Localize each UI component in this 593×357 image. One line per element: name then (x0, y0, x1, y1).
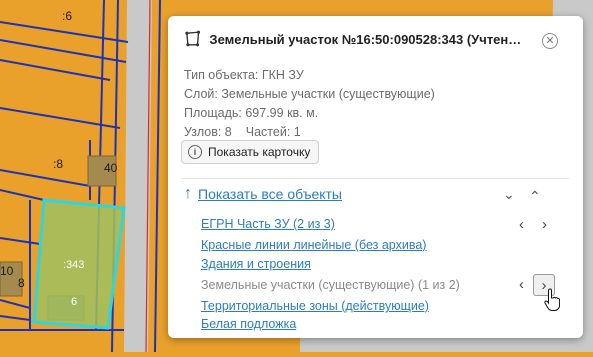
close-icon[interactable]: ✕ (542, 33, 558, 49)
parcel-polygon-icon (185, 30, 201, 47)
chevron-up-icon[interactable]: ⌃ (529, 188, 541, 205)
chevron-left-icon[interactable]: ‹ (519, 277, 524, 292)
show-card-label: Показать карточку (208, 145, 311, 159)
chevron-left-icon[interactable]: ‹ (519, 217, 524, 232)
selected-parcel-label: :343 (63, 259, 85, 271)
chevron-right-icon[interactable]: › (542, 217, 547, 232)
object-type-text: Тип объекта: ГКН ЗУ (184, 68, 304, 82)
building-label: 8 (18, 276, 25, 290)
hand-cursor-icon (544, 288, 560, 311)
building-label: 6 (71, 296, 78, 308)
layer-link-buildings[interactable]: Здания и строения (201, 257, 311, 271)
building-label: 10 (0, 264, 14, 278)
show-all-label: Показать все объекты (198, 186, 342, 202)
attribute-list: Тип объекта: ГКН ЗУ Слой: Земельные учас… (184, 66, 435, 142)
layer-current-parcels: Земельные участки (существующие) (1 из 2… (201, 278, 460, 292)
show-all-link[interactable]: ↑ Показать все объекты (184, 185, 342, 203)
parcel-label: :6 (62, 9, 73, 23)
building-label: 40 (104, 161, 118, 175)
divider (181, 178, 569, 179)
nodes-text: Узлов: 8 (184, 125, 232, 139)
layer-link-zones[interactable]: Территориальные зоны (действующие) (201, 299, 429, 313)
layer-text: Слой: Земельные участки (существующие) (184, 87, 435, 101)
popup-header: Земельный участок №16:50:090528:343 (Учт… (184, 28, 529, 50)
layer-link-egrn[interactable]: ЕГРН Часть ЗУ (2 из 3) (201, 217, 335, 231)
info-icon: i (188, 145, 202, 159)
layer-link-white-base[interactable]: Белая подложка (201, 317, 296, 331)
parts-text: Частей: 1 (245, 125, 301, 139)
show-card-button[interactable]: i Показать карточку (181, 140, 320, 164)
chevron-down-icon[interactable]: ⌄ (503, 186, 515, 203)
object-info-popup: Земельный участок №16:50:090528:343 (Учт… (168, 16, 583, 338)
arrow-up-icon: ↑ (184, 185, 192, 202)
parcel-label: :8 (53, 157, 64, 171)
layer-link-red-lines[interactable]: Красные линии линейные (без архива) (201, 238, 426, 252)
area-text: Площадь: 697.99 кв. м. (184, 106, 319, 120)
popup-title: Земельный участок №16:50:090528:343 (Учт… (209, 31, 529, 47)
